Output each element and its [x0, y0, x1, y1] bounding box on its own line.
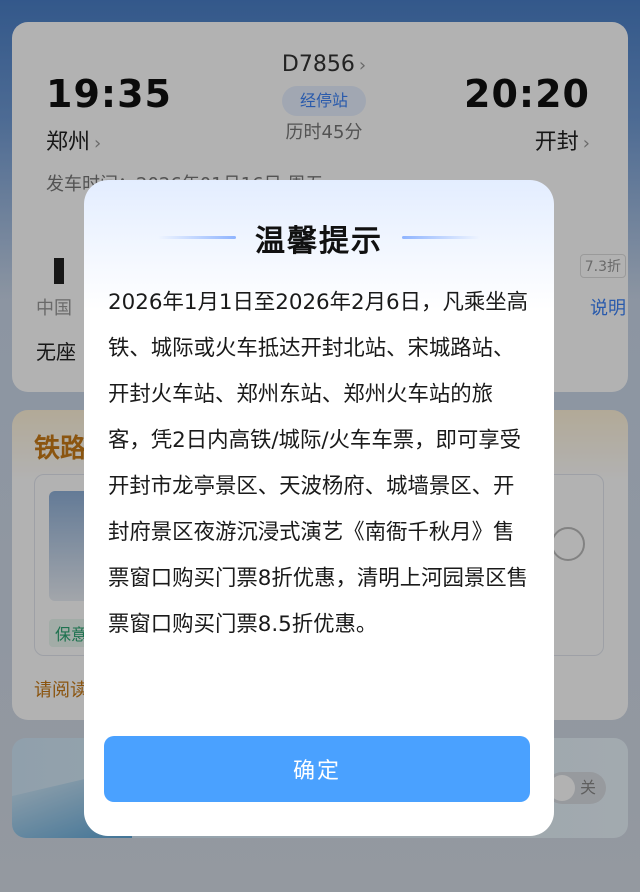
dialog-title: 温馨提示 — [255, 224, 383, 259]
notice-dialog: 温馨提示 2026年1月1日至2026年2月6日，凡乘坐高铁、城际或火车抵达开封… — [84, 180, 554, 836]
dialog-message: 2026年1月1日至2026年2月6日，凡乘坐高铁、城际或火车抵达开封北站、宋城… — [108, 290, 529, 637]
title-decoration-right — [402, 236, 480, 239]
confirm-button[interactable]: 确定 — [104, 736, 530, 802]
